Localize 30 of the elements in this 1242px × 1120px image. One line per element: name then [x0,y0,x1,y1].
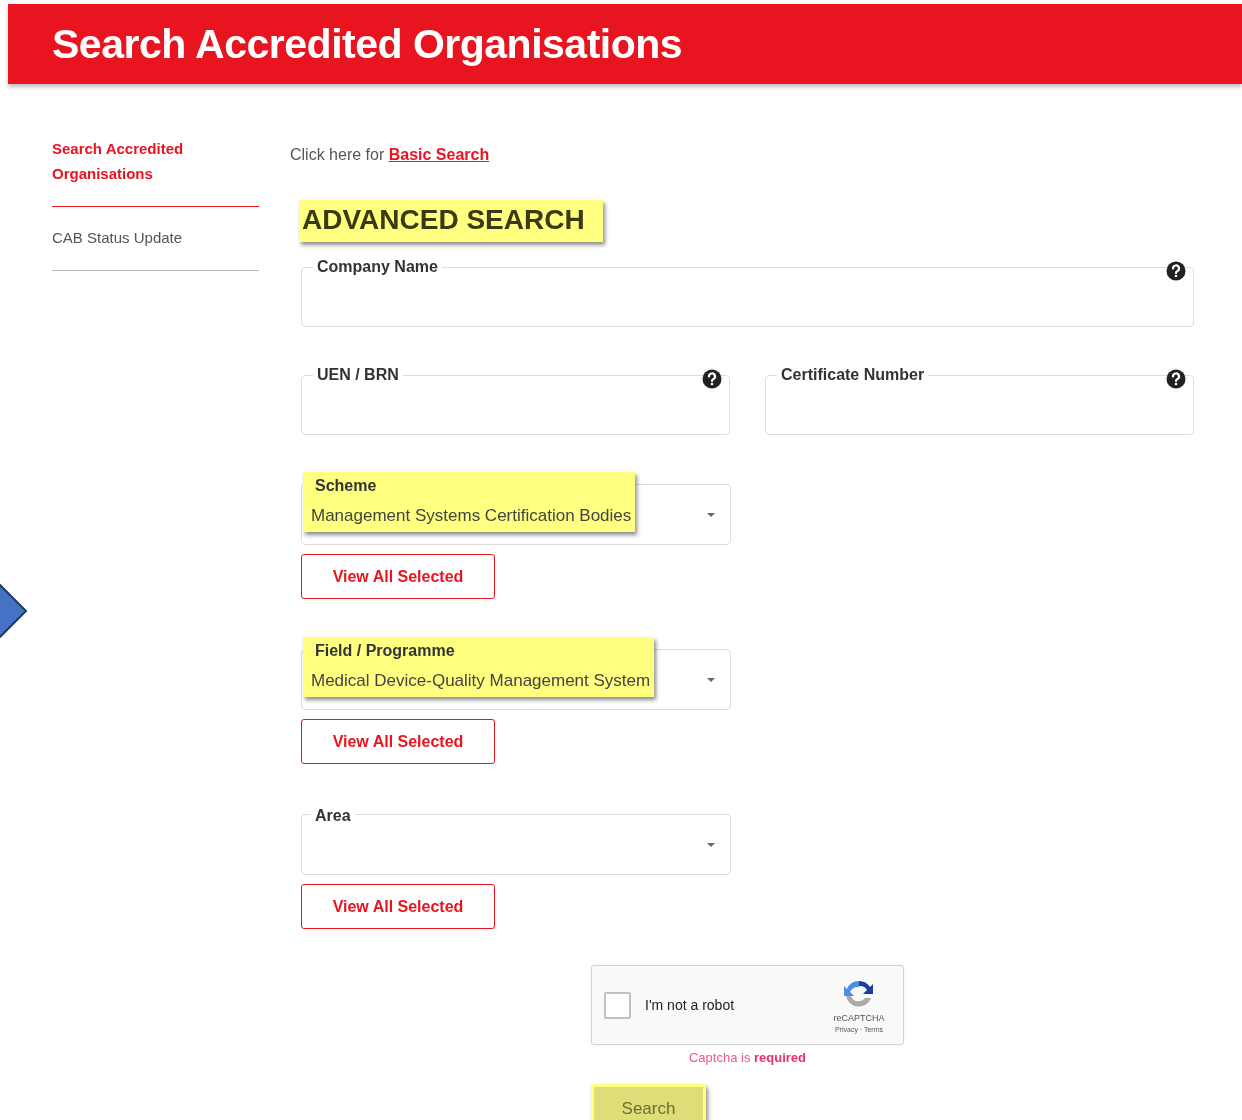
help-icon[interactable] [1166,369,1186,389]
dropdown-caret-icon [706,512,716,518]
view-all-selected-button[interactable]: View All Selected [301,554,495,599]
text-field[interactable]: Company Name [301,257,1194,327]
field-label: Scheme [314,476,378,496]
section-heading: ADVANCED SEARCH [299,200,603,242]
dropdown-field[interactable]: Field / Programme Medical Device-Quality Management System [301,637,731,710]
sidebar-item[interactable]: Search Accredited Organisations [52,136,259,207]
dropdown-field[interactable]: Scheme Management Systems Certification Bodies [301,472,731,545]
text-field[interactable]: Certificate Number [765,365,1194,435]
view-all-selected-button[interactable]: View All Selected [301,884,495,929]
dropdown-caret-icon [706,842,716,848]
captcha-label: I'm not a robot [645,997,736,1013]
help-icon[interactable] [1166,261,1186,281]
field-label: Field / Programme [314,641,456,661]
captcha-brand: reCAPTCHA [833,1012,885,1023]
page-title: Search Accredited Organisations [52,20,683,68]
help-icon[interactable] [702,369,722,389]
dropdown-caret-icon [706,677,716,683]
captcha-error-message: Captcha is required [687,1050,808,1065]
captcha-checkbox[interactable] [604,991,631,1019]
text-field[interactable]: UEN / BRN [301,365,730,435]
view-all-selected-button[interactable]: View All Selected [301,719,495,764]
selected-value: Management Systems Certification Bodies [311,505,632,527]
sidebar-item[interactable]: CAB Status Update [52,225,259,271]
dropdown-field[interactable]: Area [301,802,731,875]
basic-search-link[interactable]: Basic Search [388,146,490,163]
basic-search-prompt: Click here for Basic Search [290,146,490,163]
selected-value: Medical Device-Quality Management System [311,670,651,692]
field-label: Company Name [313,257,442,277]
